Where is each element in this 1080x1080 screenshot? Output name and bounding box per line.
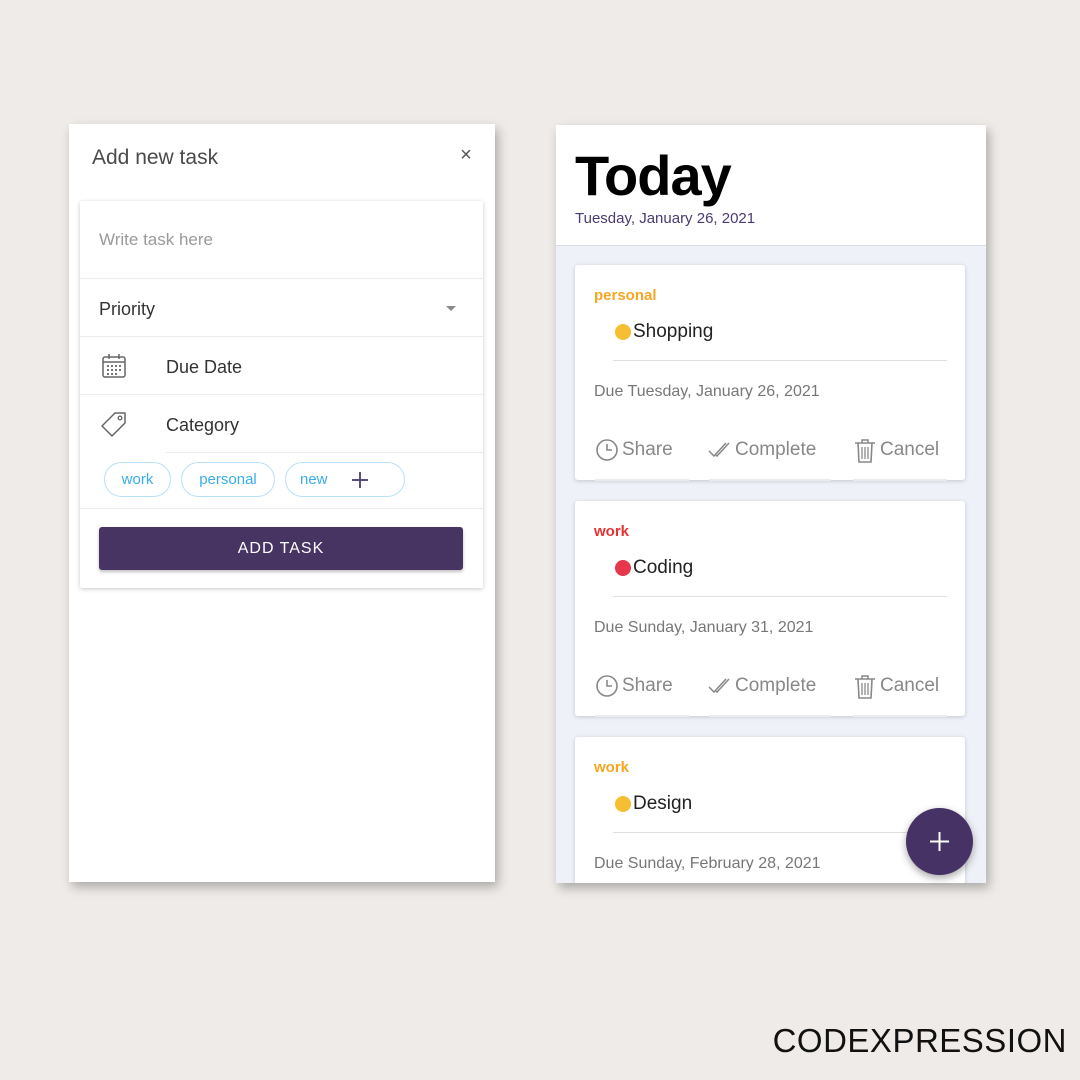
divider [80, 508, 483, 509]
category-label: Category [166, 415, 240, 435]
divider [709, 479, 831, 481]
task-form: Priority Due Date Category [80, 201, 483, 588]
complete-button[interactable]: Complete [707, 435, 829, 465]
complete-button[interactable]: Complete [707, 671, 829, 701]
chevron-down-icon [446, 306, 456, 311]
cancel-label: Cancel [880, 675, 940, 696]
close-icon: × [460, 144, 472, 166]
complete-label: Complete [735, 439, 817, 460]
add-task-panel: Add new task × Priority Due Date [69, 124, 495, 882]
task-card[interactable]: work Coding Due Sunday, January 31, 2021… [575, 501, 965, 717]
calendar-icon [102, 354, 126, 378]
task-category: personal [594, 287, 657, 304]
tag-icon [101, 412, 126, 437]
priority-dot [615, 324, 631, 340]
category-chip-personal[interactable]: personal [181, 462, 275, 497]
page-title: Today [575, 144, 732, 207]
task-name: Shopping [633, 321, 714, 342]
task-category: work [594, 759, 630, 776]
close-button[interactable]: × [457, 144, 475, 166]
divider [613, 360, 947, 361]
brand-wordmark: CODEXPRESSION [772, 1022, 1067, 1059]
divider [853, 479, 947, 481]
trash-icon [855, 439, 875, 463]
share-button[interactable]: Share [595, 435, 691, 465]
task-name: Coding [633, 557, 694, 578]
due-date-label: Due Date [166, 357, 243, 377]
category-chip-work[interactable]: work [104, 462, 171, 497]
category-field[interactable]: Category [80, 396, 483, 453]
trash-icon [855, 675, 875, 699]
priority-select[interactable]: Priority [80, 280, 483, 337]
double-check-icon [708, 678, 730, 694]
today-header: Today Tuesday, January 26, 2021 [556, 125, 986, 246]
cancel-button[interactable]: Cancel [853, 671, 949, 701]
plus-icon [930, 832, 949, 851]
task-category: work [594, 523, 630, 540]
panel-title: Add new task [92, 146, 219, 169]
new-category-label: new [300, 471, 328, 488]
add-task-button[interactable]: ADD TASK [99, 527, 463, 570]
priority-dot [615, 796, 631, 812]
due-date-field[interactable]: Due Date [80, 338, 483, 395]
task-name: Design [633, 793, 693, 814]
share-label: Share [622, 439, 673, 460]
divider [166, 452, 483, 453]
task-input[interactable] [80, 201, 483, 279]
divider [613, 596, 947, 597]
today-panel: Today Tuesday, January 26, 2021 personal… [556, 125, 986, 883]
share-button[interactable]: Share [595, 671, 691, 701]
task-card[interactable]: work Design Due Sunday, February 28, 202… [575, 737, 965, 883]
task-due-date: Due Sunday, February 28, 2021 [594, 855, 821, 872]
new-category-chip[interactable]: new [285, 462, 405, 497]
clock-icon [596, 439, 618, 461]
complete-label: Complete [735, 675, 817, 696]
divider [853, 715, 947, 717]
divider [709, 715, 831, 717]
current-date: Tuesday, January 26, 2021 [575, 210, 756, 227]
clock-icon [596, 675, 618, 697]
divider [613, 832, 947, 833]
cancel-button[interactable]: Cancel [853, 435, 949, 465]
divider [595, 479, 689, 481]
priority-label: Priority [99, 299, 156, 319]
task-due-date: Due Tuesday, January 26, 2021 [594, 383, 820, 400]
cancel-label: Cancel [880, 439, 940, 460]
priority-dot [615, 560, 631, 576]
divider [595, 715, 689, 717]
double-check-icon [708, 442, 730, 458]
task-due-date: Due Sunday, January 31, 2021 [594, 619, 814, 636]
add-task-fab[interactable] [906, 808, 973, 875]
share-label: Share [622, 675, 673, 696]
plus-icon[interactable] [350, 470, 370, 490]
task-card[interactable]: personal Shopping Due Tuesday, January 2… [575, 265, 965, 481]
